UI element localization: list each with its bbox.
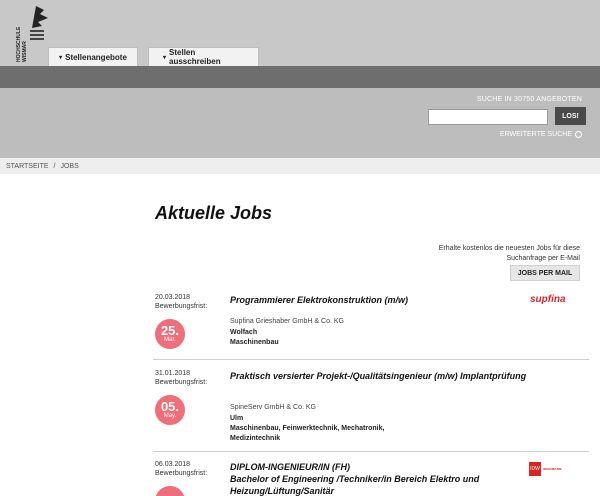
caret-down-icon: ▾ — [163, 54, 167, 61]
advanced-search-link[interactable]: ERWEITERTE SUCHE — [500, 131, 582, 138]
job-company: Supfina Grieshaber GmbH & Co. KG — [230, 318, 344, 325]
job-fields: Maschinenbau — [230, 339, 279, 346]
idw-logo-mark: IDW — [529, 462, 541, 476]
deadline-label: Bewerbungsfrist: — [155, 470, 208, 477]
search-panel: SUCHE IN 30750 ANGEBOTEN LOS! ERWEITERTE… — [0, 88, 600, 158]
company-logo-idw[interactable]: IDW INGENIEURE — [529, 462, 562, 476]
tab-label: Stellenangebote — [65, 52, 127, 62]
job-date: 31.01.2018 — [155, 370, 191, 377]
caret-down-icon: ▾ — [59, 54, 63, 61]
job-title[interactable]: Praktisch versierter Projekt-/Qualitätsi… — [230, 370, 530, 382]
job-fields-cont: Medizintechnik — [230, 435, 281, 442]
tab-label: Stellen ausschreiben — [169, 48, 221, 66]
job-listing: 31.01.2018 Bewerbungsfrist: 05. May. Pra… — [153, 370, 589, 452]
deadline-day: 25. — [160, 323, 180, 338]
breadcrumb-home[interactable]: STARTSEITE — [6, 163, 49, 170]
breadcrumb-current: JOBS — [60, 162, 79, 170]
site-header: HOCHSCHULE WISMAR ▾ Stellenangebote ▾ St… — [0, 0, 600, 66]
deadline-badge: 05. May. — [155, 395, 185, 425]
job-title-line3: Heizung/Lüftung/Sanitär — [230, 486, 334, 496]
deadline-month: May. — [163, 413, 177, 419]
gear-icon — [575, 131, 582, 138]
breadcrumb: STARTSEITE / JOBS — [0, 158, 600, 174]
job-title[interactable]: Programmierer Elektrokonstruktion (m/w) — [230, 294, 530, 306]
job-fields: Maschinenbau, Feinwerktechnik, Mechatron… — [230, 425, 385, 432]
job-company: SpineServ GmbH & Co. KG — [230, 404, 316, 411]
deadline-month: Mar. — [164, 337, 176, 343]
page-title: Aktuelle Jobs — [155, 203, 273, 223]
divider — [153, 451, 589, 452]
tab-stellen-ausschreiben[interactable]: ▾ Stellen ausschreiben — [148, 47, 259, 66]
deadline-label: Bewerbungsfrist: — [155, 379, 208, 386]
job-listing: 06.03.2018 Bewerbungsfrist: DIPLOM-INGEN… — [153, 461, 589, 496]
search-button[interactable]: LOS! — [555, 107, 586, 125]
deadline-badge — [155, 486, 185, 496]
job-title-line1: DIPLOM-INGENIEUR/IN (FH) — [230, 462, 350, 472]
job-title[interactable]: DIPLOM-INGENIEUR/IN (FH) Bachelor of Eng… — [230, 461, 530, 496]
job-date: 20.03.2018 — [155, 294, 191, 301]
deadline-label: Bewerbungsfrist: — [155, 303, 208, 310]
nav-bar — [0, 66, 600, 88]
deadline-day: 05. — [160, 399, 180, 414]
job-location: Ulm — [230, 415, 244, 422]
idw-logo-text: INGENIEURE — [543, 467, 562, 471]
main-nav-tabs: ▾ Stellenangebote ▾ Stellen ausschreiben — [48, 47, 259, 66]
job-alert-line2: Suchanfrage per E-Mail — [506, 255, 580, 262]
breadcrumb-separator: / — [53, 162, 56, 170]
job-title-line2: Bachelor of Engineering /Techniker/in Be… — [230, 474, 480, 484]
company-logo-supfina[interactable]: supfina — [530, 294, 575, 308]
search-input[interactable] — [428, 109, 548, 125]
job-date: 06.03.2018 — [155, 461, 191, 468]
jobs-per-mail-button[interactable]: JOBS PER MAIL — [510, 265, 580, 281]
svg-text:WISMAR: WISMAR — [22, 41, 28, 62]
deadline-badge: 25. Mar. — [155, 319, 185, 349]
tab-stellenangebote[interactable]: ▾ Stellenangebote — [48, 47, 138, 66]
job-alert-line1: Erhalte kostenlos die neuesten Jobs für … — [438, 245, 580, 252]
advanced-search-label: ERWEITERTE SUCHE — [499, 131, 572, 138]
job-alert-text: Erhalte kostenlos die neuesten Jobs für … — [410, 244, 580, 264]
search-count-label: SUCHE IN 30750 ANGEBOTEN — [476, 96, 582, 103]
job-location: Wolfach — [230, 329, 258, 336]
divider — [153, 359, 589, 360]
job-listing: 20.03.2018 Bewerbungsfrist: 25. Mar. Pro… — [153, 294, 589, 360]
